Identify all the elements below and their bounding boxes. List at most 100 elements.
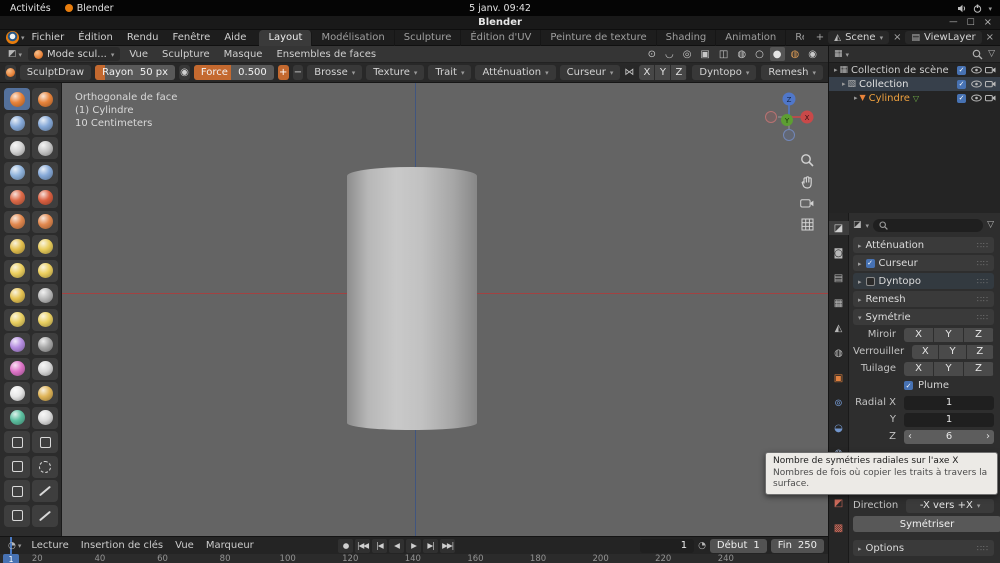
- viewport-option-icon[interactable]: ◎: [680, 47, 695, 61]
- playback-button[interactable]: ◀: [389, 539, 404, 553]
- exclude-checkbox[interactable]: [957, 94, 966, 103]
- brush-tool-button[interactable]: [32, 333, 58, 355]
- ortho-toggle-tool[interactable]: [799, 218, 815, 231]
- brush-tool-button[interactable]: [32, 211, 58, 233]
- properties-tab-icon[interactable]: ▤: [829, 271, 849, 285]
- minimize-icon[interactable]: [949, 17, 958, 28]
- hide-eye-icon[interactable]: [971, 94, 982, 102]
- expand-arrow-icon[interactable]: ▸: [842, 80, 846, 88]
- brush-tool-button[interactable]: [32, 505, 58, 527]
- frame-end-field[interactable]: Fin250: [771, 539, 824, 553]
- brush-tool-button[interactable]: [4, 260, 30, 282]
- brush-tool-button[interactable]: [32, 284, 58, 306]
- brush-tool-button[interactable]: [4, 137, 30, 159]
- outliner-row[interactable]: ▸ Collection ▽: [829, 77, 1000, 91]
- brush-tool-button[interactable]: [4, 333, 30, 355]
- brush-tool-button[interactable]: [4, 480, 30, 502]
- radius-pressure-button[interactable]: ◉: [179, 65, 190, 80]
- viewport-option-icon[interactable]: ◍: [788, 47, 803, 61]
- volume-icon[interactable]: [957, 4, 967, 13]
- exclude-checkbox[interactable]: [957, 66, 966, 75]
- tiling-axis-button[interactable]: Y: [934, 362, 964, 376]
- properties-tab-icon[interactable]: ◒: [829, 421, 849, 435]
- remesh-dropdown[interactable]: Remesh: [761, 65, 823, 80]
- viewport-menu-item[interactable]: Ensembles de faces: [269, 49, 383, 60]
- unlink-scene-icon[interactable]: [893, 32, 901, 43]
- power-icon[interactable]: [973, 4, 982, 13]
- playback-button[interactable]: ▶: [406, 539, 421, 553]
- cursor-checkbox[interactable]: [866, 259, 875, 268]
- disable-render-camera-icon[interactable]: [985, 66, 996, 74]
- clock[interactable]: 5 janv. 09:42: [0, 3, 1000, 14]
- section-remesh[interactable]: Remesh: [853, 291, 994, 307]
- brush-name-field[interactable]: SculptDraw: [20, 65, 91, 80]
- brush-tool-button[interactable]: [4, 211, 30, 233]
- panel-grip-icon[interactable]: [977, 295, 989, 304]
- brush-tool-button[interactable]: [4, 456, 30, 478]
- brush-tool-button[interactable]: [4, 407, 30, 429]
- editor-type-button[interactable]: ◩: [4, 47, 26, 61]
- app-menu[interactable]: Blender: [65, 3, 114, 14]
- subtract-mode-button[interactable]: −: [293, 65, 304, 80]
- lock-axis-button[interactable]: X: [912, 345, 939, 359]
- radial-x-field[interactable]: 1: [904, 396, 994, 410]
- viewport-option-icon[interactable]: ◉: [805, 47, 820, 61]
- panel-grip-icon[interactable]: [977, 277, 989, 286]
- panel-grip-icon[interactable]: [977, 259, 989, 268]
- zoom-tool[interactable]: [799, 153, 815, 167]
- viewport-option-icon[interactable]: ◫: [716, 47, 731, 61]
- disable-render-camera-icon[interactable]: [985, 94, 996, 102]
- timeline-menu-item[interactable]: Vue: [169, 540, 200, 551]
- direction-dropdown[interactable]: -X vers +X: [906, 499, 994, 513]
- brush-tool-button[interactable]: [32, 260, 58, 282]
- lock-axis-button[interactable]: Z: [967, 345, 994, 359]
- brush-tool-button[interactable]: [32, 431, 58, 453]
- feather-checkbox[interactable]: [904, 381, 913, 390]
- decrement-arrow-icon[interactable]: [908, 431, 912, 442]
- properties-tab-icon[interactable]: ◪: [829, 221, 849, 235]
- timeline-menu-item[interactable]: Lecture: [25, 540, 74, 551]
- panel-grip-icon[interactable]: [977, 313, 989, 322]
- properties-tab-icon[interactable]: ⊚: [829, 396, 849, 410]
- brush-tool-button[interactable]: [32, 137, 58, 159]
- playback-button[interactable]: ●: [338, 539, 353, 553]
- menu-item[interactable]: Fichier: [25, 32, 72, 43]
- brush-tool-button[interactable]: [4, 284, 30, 306]
- section-attenuation[interactable]: Atténuation: [853, 237, 994, 253]
- keying-set-icon[interactable]: ◔: [698, 541, 706, 551]
- menu-item[interactable]: Rendu: [120, 32, 166, 43]
- brush-setting-dropdown[interactable]: Texture: [366, 65, 424, 80]
- outliner-row[interactable]: ▸ Collection de scène ▽: [829, 63, 1000, 77]
- symmetry-axis-button[interactable]: Y: [655, 65, 671, 80]
- mode-selector[interactable]: Mode scul...: [28, 47, 120, 61]
- brush-tool-button[interactable]: [32, 88, 58, 110]
- timeline-editor-type-button[interactable]: ◔: [4, 539, 25, 553]
- menu-item[interactable]: Édition: [71, 32, 120, 43]
- brush-setting-dropdown[interactable]: Atténuation: [475, 65, 555, 80]
- current-frame-field[interactable]: 1: [640, 539, 694, 553]
- activities-button[interactable]: Activités: [10, 3, 51, 14]
- remove-viewlayer-icon[interactable]: [986, 32, 994, 43]
- properties-tab-icon[interactable]: ▩: [829, 521, 849, 535]
- brush-setting-dropdown[interactable]: Curseur: [560, 65, 621, 80]
- brush-setting-dropdown[interactable]: Trait: [428, 65, 471, 80]
- viewport-option-icon[interactable]: ⊙: [645, 47, 659, 61]
- brush-tool-button[interactable]: [4, 186, 30, 208]
- brush-tool-button[interactable]: [32, 407, 58, 429]
- camera-view-tool[interactable]: [799, 197, 815, 208]
- strength-slider[interactable]: Force0.500: [194, 65, 274, 80]
- menu-item[interactable]: Aide: [217, 32, 253, 43]
- brush-tool-button[interactable]: [4, 235, 30, 257]
- properties-editor-icon[interactable]: ◪: [853, 220, 862, 230]
- timeline-menu-item[interactable]: Marqueur: [200, 540, 260, 551]
- disable-render-camera-icon[interactable]: [985, 80, 996, 88]
- workspace-tab[interactable]: Sculpture: [395, 30, 462, 46]
- section-options[interactable]: Options: [853, 540, 994, 556]
- properties-tab-icon[interactable]: ▦: [829, 296, 849, 310]
- brush-tool-button[interactable]: [32, 480, 58, 502]
- section-dyntopo[interactable]: Dyntopo: [853, 273, 994, 289]
- dyntopo-checkbox[interactable]: [866, 277, 875, 286]
- mirror-axis-button[interactable]: X: [904, 328, 934, 342]
- increment-arrow-icon[interactable]: [986, 431, 990, 442]
- viewport-option-icon[interactable]: ◍: [734, 47, 749, 61]
